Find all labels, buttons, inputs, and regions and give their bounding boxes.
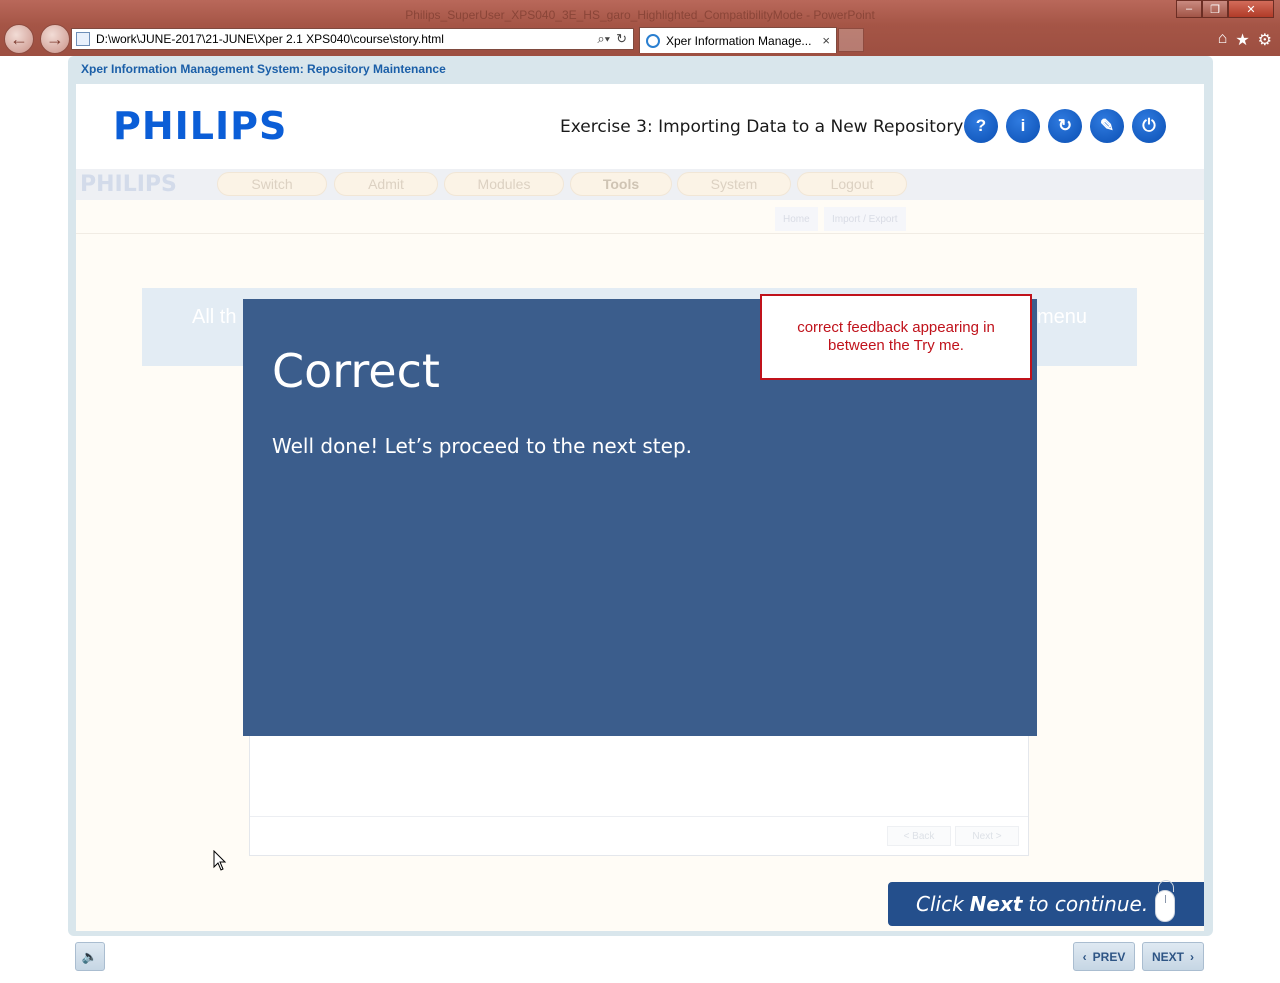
refresh-icon[interactable]: ↻ bbox=[616, 31, 627, 47]
prev-label: PREV bbox=[1092, 949, 1126, 964]
annotation-note: correct feedback appearing in between th… bbox=[760, 294, 1032, 380]
toolbar-icons: ⌂ ★ ⚙ bbox=[1218, 30, 1272, 50]
home-icon[interactable]: ⌂ bbox=[1218, 30, 1228, 50]
exercise-title: Exercise 3: Importing Data to a New Repo… bbox=[560, 117, 964, 137]
address-url[interactable]: D:\work\JUNE-2017\21-JUNE\Xper 2.1 XPS04… bbox=[96, 32, 597, 46]
restore-button[interactable]: ❐ bbox=[1202, 0, 1228, 18]
window-title: Philips_SuperUser_XPS040_3E_HS_garo_High… bbox=[405, 8, 875, 22]
mouse-icon bbox=[1155, 890, 1175, 922]
app-menu-admit: Admit bbox=[334, 172, 438, 196]
breadcrumb-import-export: Import / Export bbox=[824, 207, 906, 231]
info-icon[interactable]: i bbox=[1006, 109, 1040, 143]
address-bar[interactable]: D:\work\JUNE-2017\21-JUNE\Xper 2.1 XPS04… bbox=[71, 28, 634, 50]
tab-close-icon[interactable]: × bbox=[822, 33, 830, 48]
window-controls: – ❐ ✕ bbox=[1176, 0, 1274, 18]
volume-icon[interactable]: 🔈 bbox=[75, 942, 105, 971]
ie-icon bbox=[646, 33, 660, 48]
wizard-next-button: Next > bbox=[955, 826, 1019, 846]
banner-text-right: menu bbox=[1036, 306, 1087, 328]
continue-text-bold: Next bbox=[969, 892, 1023, 916]
browser-tab[interactable]: Xper Information Manage... × bbox=[639, 27, 837, 53]
help-icon[interactable]: ? bbox=[964, 109, 998, 143]
app-logo: PHILIPS bbox=[80, 172, 177, 197]
new-tab-button[interactable] bbox=[838, 28, 864, 52]
notes-icon[interactable]: ✎ bbox=[1090, 109, 1124, 143]
chevron-left-icon: ‹ bbox=[1082, 949, 1087, 964]
replay-icon[interactable]: ↻ bbox=[1048, 109, 1082, 143]
philips-logo: PHILIPS bbox=[113, 104, 288, 148]
player-bottom-bar bbox=[68, 936, 1213, 983]
wizard-back-button: < Back bbox=[887, 826, 951, 846]
feedback-message: Well done! Let’s proceed to the next ste… bbox=[272, 434, 693, 458]
app-divider bbox=[76, 233, 1204, 234]
page-icon bbox=[76, 32, 90, 46]
prev-button[interactable]: ‹ PREV bbox=[1073, 942, 1135, 971]
app-menu-logout: Logout bbox=[797, 172, 907, 196]
next-label: NEXT bbox=[1151, 949, 1184, 964]
next-button[interactable]: NEXT › bbox=[1142, 942, 1204, 971]
mouse-pointer-icon bbox=[213, 850, 227, 871]
app-menu-system: System bbox=[677, 172, 791, 196]
chevron-right-icon: › bbox=[1190, 949, 1194, 964]
back-arrow-icon[interactable]: ← bbox=[4, 24, 34, 54]
app-menu-tools: Tools bbox=[570, 172, 672, 196]
forward-arrow-icon[interactable]: → bbox=[40, 24, 70, 54]
wizard-divider bbox=[250, 816, 1028, 817]
breadcrumb-home: Home bbox=[775, 207, 818, 231]
app-menu-modules: Modules bbox=[444, 172, 564, 196]
course-frame-title: Xper Information Management System: Repo… bbox=[81, 62, 446, 76]
search-icon[interactable]: ⌕▾ bbox=[597, 31, 610, 47]
settings-gear-icon[interactable]: ⚙ bbox=[1258, 30, 1272, 50]
banner-text-left: All th bbox=[192, 306, 237, 328]
close-window-button[interactable]: ✕ bbox=[1228, 0, 1274, 18]
app-menu-switch: Switch bbox=[217, 172, 327, 196]
continue-text-post: to continue. bbox=[1028, 892, 1149, 916]
continue-text-pre: Click bbox=[916, 892, 964, 916]
feedback-title: Correct bbox=[272, 344, 440, 398]
minimize-button[interactable]: – bbox=[1176, 0, 1202, 18]
favorites-star-icon[interactable]: ★ bbox=[1235, 30, 1249, 50]
exit-icon[interactable]: ⏻ bbox=[1132, 109, 1166, 143]
tab-label: Xper Information Manage... bbox=[666, 33, 812, 48]
